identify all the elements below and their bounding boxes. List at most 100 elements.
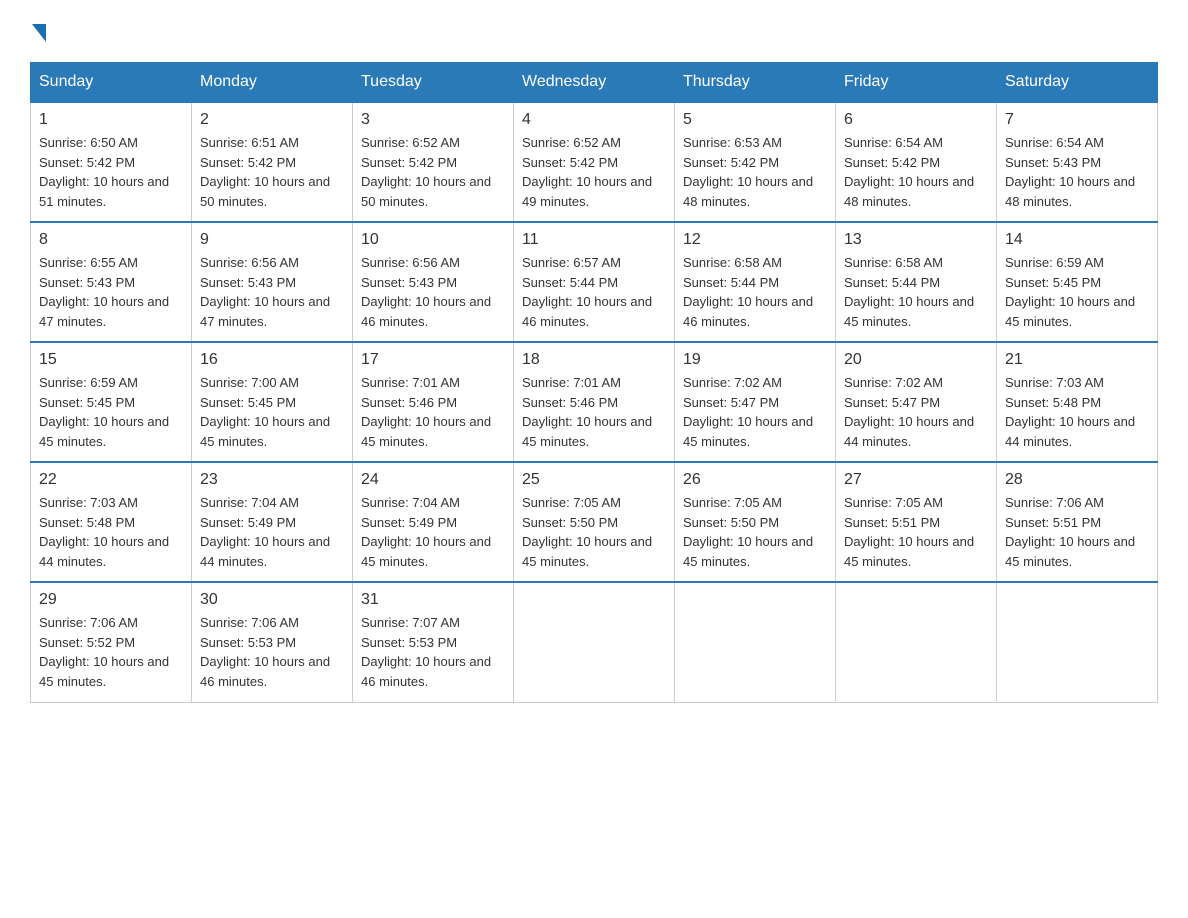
day-number: 27 (844, 471, 988, 489)
day-number: 13 (844, 231, 988, 249)
logo (30, 20, 46, 42)
day-info: Sunrise: 6:57 AMSunset: 5:44 PMDaylight:… (522, 253, 666, 331)
day-info: Sunrise: 7:03 AMSunset: 5:48 PMDaylight:… (1005, 373, 1149, 451)
day-info: Sunrise: 6:56 AMSunset: 5:43 PMDaylight:… (200, 253, 344, 331)
calendar-cell: 24 Sunrise: 7:04 AMSunset: 5:49 PMDaylig… (353, 462, 514, 582)
calendar-cell: 30 Sunrise: 7:06 AMSunset: 5:53 PMDaylig… (192, 582, 353, 702)
calendar-cell: 19 Sunrise: 7:02 AMSunset: 5:47 PMDaylig… (675, 342, 836, 462)
logo-arrow-icon (32, 24, 46, 42)
calendar-cell: 18 Sunrise: 7:01 AMSunset: 5:46 PMDaylig… (514, 342, 675, 462)
day-info: Sunrise: 6:56 AMSunset: 5:43 PMDaylight:… (361, 253, 505, 331)
day-info: Sunrise: 7:05 AMSunset: 5:50 PMDaylight:… (683, 493, 827, 571)
calendar-cell: 22 Sunrise: 7:03 AMSunset: 5:48 PMDaylig… (31, 462, 192, 582)
day-info: Sunrise: 7:05 AMSunset: 5:51 PMDaylight:… (844, 493, 988, 571)
calendar-week-row: 8 Sunrise: 6:55 AMSunset: 5:43 PMDayligh… (31, 222, 1158, 342)
page-header (30, 20, 1158, 42)
day-number: 9 (200, 231, 344, 249)
calendar-cell (997, 582, 1158, 702)
day-info: Sunrise: 6:59 AMSunset: 5:45 PMDaylight:… (1005, 253, 1149, 331)
calendar-cell: 5 Sunrise: 6:53 AMSunset: 5:42 PMDayligh… (675, 102, 836, 222)
day-info: Sunrise: 7:02 AMSunset: 5:47 PMDaylight:… (683, 373, 827, 451)
day-number: 17 (361, 351, 505, 369)
day-number: 23 (200, 471, 344, 489)
calendar-cell (836, 582, 997, 702)
calendar-cell: 14 Sunrise: 6:59 AMSunset: 5:45 PMDaylig… (997, 222, 1158, 342)
day-number: 28 (1005, 471, 1149, 489)
calendar-cell: 15 Sunrise: 6:59 AMSunset: 5:45 PMDaylig… (31, 342, 192, 462)
day-number: 24 (361, 471, 505, 489)
day-number: 14 (1005, 231, 1149, 249)
calendar-cell: 26 Sunrise: 7:05 AMSunset: 5:50 PMDaylig… (675, 462, 836, 582)
day-info: Sunrise: 6:52 AMSunset: 5:42 PMDaylight:… (361, 133, 505, 211)
day-number: 20 (844, 351, 988, 369)
calendar-week-row: 15 Sunrise: 6:59 AMSunset: 5:45 PMDaylig… (31, 342, 1158, 462)
day-info: Sunrise: 6:52 AMSunset: 5:42 PMDaylight:… (522, 133, 666, 211)
calendar-cell: 9 Sunrise: 6:56 AMSunset: 5:43 PMDayligh… (192, 222, 353, 342)
calendar-cell: 1 Sunrise: 6:50 AMSunset: 5:42 PMDayligh… (31, 102, 192, 222)
day-number: 31 (361, 591, 505, 609)
calendar-week-row: 29 Sunrise: 7:06 AMSunset: 5:52 PMDaylig… (31, 582, 1158, 702)
col-header-thursday: Thursday (675, 63, 836, 103)
day-info: Sunrise: 7:04 AMSunset: 5:49 PMDaylight:… (200, 493, 344, 571)
calendar-table: SundayMondayTuesdayWednesdayThursdayFrid… (30, 62, 1158, 703)
calendar-cell: 16 Sunrise: 7:00 AMSunset: 5:45 PMDaylig… (192, 342, 353, 462)
day-info: Sunrise: 6:58 AMSunset: 5:44 PMDaylight:… (683, 253, 827, 331)
calendar-cell: 3 Sunrise: 6:52 AMSunset: 5:42 PMDayligh… (353, 102, 514, 222)
day-info: Sunrise: 6:54 AMSunset: 5:42 PMDaylight:… (844, 133, 988, 211)
calendar-cell: 17 Sunrise: 7:01 AMSunset: 5:46 PMDaylig… (353, 342, 514, 462)
day-info: Sunrise: 6:55 AMSunset: 5:43 PMDaylight:… (39, 253, 183, 331)
day-number: 22 (39, 471, 183, 489)
day-info: Sunrise: 7:07 AMSunset: 5:53 PMDaylight:… (361, 613, 505, 691)
calendar-cell: 13 Sunrise: 6:58 AMSunset: 5:44 PMDaylig… (836, 222, 997, 342)
calendar-cell: 7 Sunrise: 6:54 AMSunset: 5:43 PMDayligh… (997, 102, 1158, 222)
calendar-cell: 10 Sunrise: 6:56 AMSunset: 5:43 PMDaylig… (353, 222, 514, 342)
day-info: Sunrise: 6:53 AMSunset: 5:42 PMDaylight:… (683, 133, 827, 211)
calendar-week-row: 1 Sunrise: 6:50 AMSunset: 5:42 PMDayligh… (31, 102, 1158, 222)
day-info: Sunrise: 7:05 AMSunset: 5:50 PMDaylight:… (522, 493, 666, 571)
col-header-friday: Friday (836, 63, 997, 103)
col-header-sunday: Sunday (31, 63, 192, 103)
calendar-cell: 21 Sunrise: 7:03 AMSunset: 5:48 PMDaylig… (997, 342, 1158, 462)
day-number: 8 (39, 231, 183, 249)
calendar-cell: 4 Sunrise: 6:52 AMSunset: 5:42 PMDayligh… (514, 102, 675, 222)
calendar-week-row: 22 Sunrise: 7:03 AMSunset: 5:48 PMDaylig… (31, 462, 1158, 582)
day-number: 29 (39, 591, 183, 609)
calendar-cell: 27 Sunrise: 7:05 AMSunset: 5:51 PMDaylig… (836, 462, 997, 582)
col-header-saturday: Saturday (997, 63, 1158, 103)
calendar-cell: 25 Sunrise: 7:05 AMSunset: 5:50 PMDaylig… (514, 462, 675, 582)
day-info: Sunrise: 7:04 AMSunset: 5:49 PMDaylight:… (361, 493, 505, 571)
col-header-monday: Monday (192, 63, 353, 103)
calendar-cell: 12 Sunrise: 6:58 AMSunset: 5:44 PMDaylig… (675, 222, 836, 342)
day-number: 21 (1005, 351, 1149, 369)
day-info: Sunrise: 7:01 AMSunset: 5:46 PMDaylight:… (361, 373, 505, 451)
calendar-cell: 2 Sunrise: 6:51 AMSunset: 5:42 PMDayligh… (192, 102, 353, 222)
day-info: Sunrise: 7:00 AMSunset: 5:45 PMDaylight:… (200, 373, 344, 451)
day-number: 26 (683, 471, 827, 489)
calendar-cell: 31 Sunrise: 7:07 AMSunset: 5:53 PMDaylig… (353, 582, 514, 702)
col-header-tuesday: Tuesday (353, 63, 514, 103)
day-number: 6 (844, 111, 988, 129)
day-number: 11 (522, 231, 666, 249)
calendar-cell: 28 Sunrise: 7:06 AMSunset: 5:51 PMDaylig… (997, 462, 1158, 582)
day-number: 3 (361, 111, 505, 129)
day-number: 1 (39, 111, 183, 129)
day-number: 10 (361, 231, 505, 249)
calendar-cell: 29 Sunrise: 7:06 AMSunset: 5:52 PMDaylig… (31, 582, 192, 702)
calendar-header-row: SundayMondayTuesdayWednesdayThursdayFrid… (31, 63, 1158, 103)
day-number: 7 (1005, 111, 1149, 129)
day-number: 5 (683, 111, 827, 129)
day-info: Sunrise: 7:06 AMSunset: 5:51 PMDaylight:… (1005, 493, 1149, 571)
day-info: Sunrise: 6:54 AMSunset: 5:43 PMDaylight:… (1005, 133, 1149, 211)
col-header-wednesday: Wednesday (514, 63, 675, 103)
day-number: 19 (683, 351, 827, 369)
day-info: Sunrise: 6:59 AMSunset: 5:45 PMDaylight:… (39, 373, 183, 451)
day-info: Sunrise: 7:01 AMSunset: 5:46 PMDaylight:… (522, 373, 666, 451)
calendar-cell: 8 Sunrise: 6:55 AMSunset: 5:43 PMDayligh… (31, 222, 192, 342)
calendar-cell: 20 Sunrise: 7:02 AMSunset: 5:47 PMDaylig… (836, 342, 997, 462)
day-number: 12 (683, 231, 827, 249)
day-info: Sunrise: 7:02 AMSunset: 5:47 PMDaylight:… (844, 373, 988, 451)
day-info: Sunrise: 7:06 AMSunset: 5:53 PMDaylight:… (200, 613, 344, 691)
day-info: Sunrise: 6:58 AMSunset: 5:44 PMDaylight:… (844, 253, 988, 331)
calendar-cell (675, 582, 836, 702)
calendar-cell: 6 Sunrise: 6:54 AMSunset: 5:42 PMDayligh… (836, 102, 997, 222)
